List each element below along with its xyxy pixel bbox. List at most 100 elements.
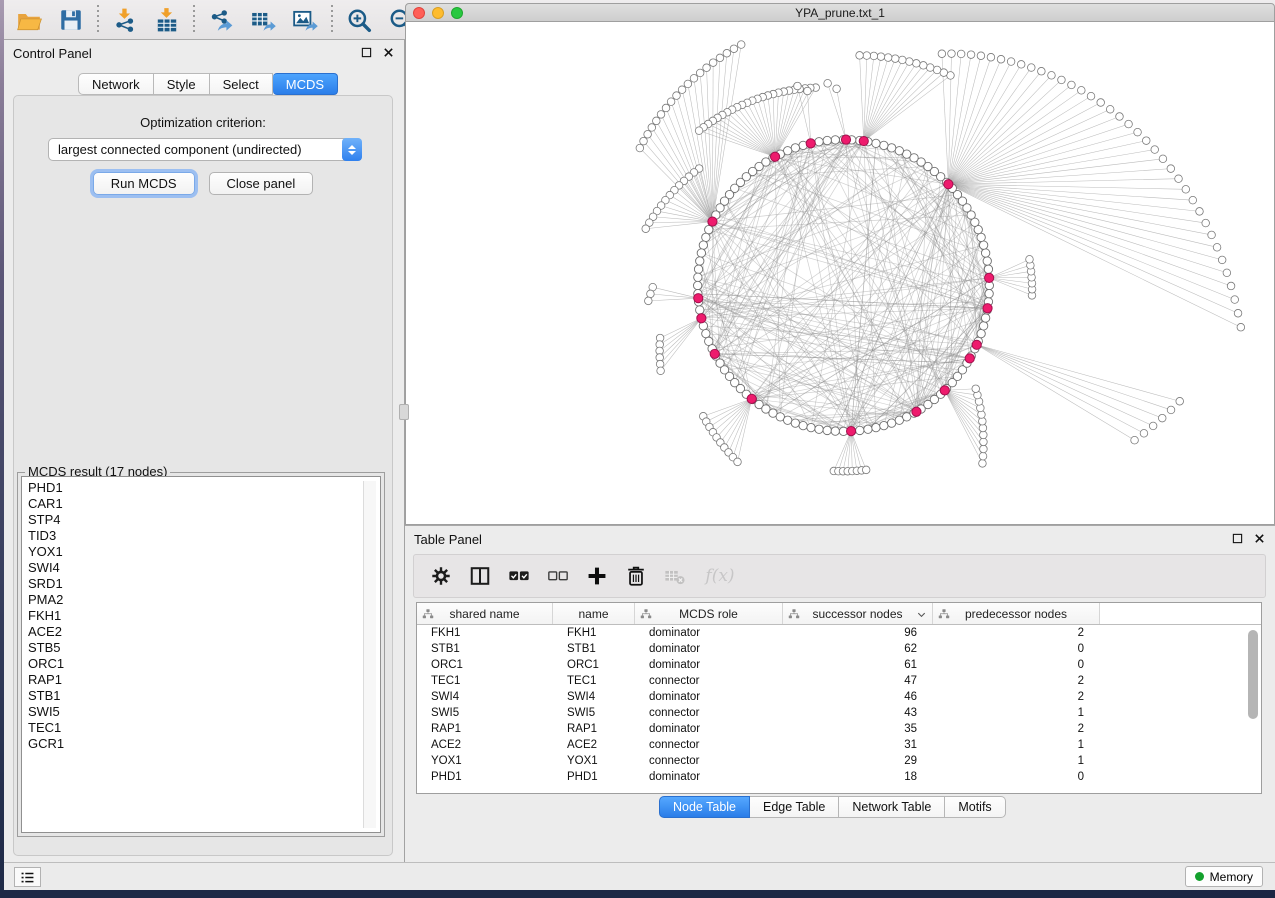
network-node[interactable]	[783, 416, 791, 424]
mcds-result-item[interactable]: SWI5	[28, 704, 380, 720]
network-node[interactable]	[799, 421, 807, 429]
mcds-result-item[interactable]: RAP1	[28, 672, 380, 688]
network-leaf-node[interactable]	[967, 51, 975, 59]
network-leaf-node[interactable]	[856, 52, 864, 60]
network-leaf-node[interactable]	[734, 458, 742, 466]
tab-select[interactable]: Select	[210, 73, 273, 95]
network-leaf-node[interactable]	[863, 52, 871, 60]
mcds-hub-node[interactable]	[972, 340, 981, 349]
network-node[interactable]	[880, 141, 888, 149]
network-leaf-node[interactable]	[1038, 67, 1046, 75]
network-leaf-node[interactable]	[642, 225, 650, 233]
network-leaf-node[interactable]	[997, 55, 1005, 63]
network-leaf-node[interactable]	[1131, 436, 1139, 444]
network-leaf-node[interactable]	[662, 104, 670, 112]
panel-selector-button[interactable]	[14, 867, 41, 887]
network-leaf-node[interactable]	[673, 92, 681, 100]
network-node[interactable]	[697, 249, 705, 257]
network-leaf-node[interactable]	[920, 62, 928, 70]
network-leaf-node[interactable]	[980, 431, 988, 439]
mcds-result-item[interactable]: FKH1	[28, 608, 380, 624]
mcds-result-item[interactable]: SRD1	[28, 576, 380, 592]
network-leaf-node[interactable]	[987, 53, 995, 61]
tab-network-table[interactable]: Network Table	[839, 796, 945, 818]
network-leaf-node[interactable]	[948, 50, 956, 58]
network-leaf-node[interactable]	[979, 452, 987, 460]
network-leaf-node[interactable]	[1176, 397, 1184, 405]
network-leaf-node[interactable]	[1182, 186, 1190, 194]
table-row[interactable]: SWI5SWI5connector431	[417, 705, 1261, 721]
network-node[interactable]	[702, 233, 710, 241]
network-leaf-node[interactable]	[1026, 256, 1034, 264]
network-leaf-node[interactable]	[824, 80, 832, 88]
mcds-result-item[interactable]: STP4	[28, 512, 380, 528]
save-session-button[interactable]	[50, 3, 92, 37]
network-node[interactable]	[791, 144, 799, 152]
network-leaf-node[interactable]	[667, 98, 675, 106]
network-leaf-node[interactable]	[1078, 87, 1086, 95]
network-leaf-node[interactable]	[980, 438, 988, 446]
tab-node-table[interactable]: Node Table	[659, 796, 750, 818]
mcds-result-item[interactable]: TEC1	[28, 720, 380, 736]
network-leaf-node[interactable]	[1196, 208, 1204, 216]
network-leaf-node[interactable]	[647, 290, 655, 298]
mcds-result-item[interactable]: STB5	[28, 640, 380, 656]
network-leaf-node[interactable]	[730, 45, 738, 53]
network-leaf-node[interactable]	[1068, 81, 1076, 89]
network-leaf-node[interactable]	[653, 117, 661, 125]
network-leaf-node[interactable]	[645, 297, 653, 305]
close-panel-button[interactable]: Close panel	[209, 172, 314, 195]
network-leaf-node[interactable]	[891, 55, 899, 63]
network-leaf-node[interactable]	[644, 130, 652, 138]
delete-columns-button[interactable]	[625, 565, 647, 587]
network-node[interactable]	[705, 225, 713, 233]
network-leaf-node[interactable]	[640, 137, 648, 145]
network-leaf-node[interactable]	[1097, 99, 1105, 107]
mcds-result-item[interactable]: TID3	[28, 528, 380, 544]
network-node[interactable]	[694, 273, 702, 281]
network-leaf-node[interactable]	[1106, 105, 1114, 113]
network-leaf-node[interactable]	[703, 64, 711, 72]
table-row[interactable]: PHD1PHD1dominator180	[417, 769, 1261, 785]
network-node[interactable]	[880, 421, 888, 429]
network-node[interactable]	[887, 144, 895, 152]
network-leaf-node[interactable]	[1149, 422, 1157, 430]
mcds-result-item[interactable]: STB1	[28, 688, 380, 704]
network-leaf-node[interactable]	[972, 385, 980, 393]
table-scrollbar-thumb[interactable]	[1248, 630, 1258, 719]
network-leaf-node[interactable]	[696, 69, 704, 77]
network-leaf-node[interactable]	[1208, 231, 1216, 239]
network-node[interactable]	[815, 425, 823, 433]
network-leaf-node[interactable]	[833, 85, 841, 93]
network-leaf-node[interactable]	[1027, 64, 1035, 72]
tab-mcds[interactable]: MCDS	[273, 73, 338, 95]
network-node[interactable]	[823, 426, 831, 434]
mcds-hub-node[interactable]	[983, 304, 992, 313]
zoom-in-button[interactable]	[338, 3, 380, 37]
mcds-hub-node[interactable]	[770, 152, 779, 161]
network-leaf-node[interactable]	[1142, 137, 1150, 145]
column-header-mcds-role[interactable]: MCDS role	[635, 603, 783, 624]
table-row[interactable]: SWI4SWI4dominator462	[417, 689, 1261, 705]
network-node[interactable]	[831, 136, 839, 144]
network-leaf-node[interactable]	[737, 41, 745, 49]
table-row[interactable]: ACE2ACE2connector311	[417, 737, 1261, 753]
network-node[interactable]	[872, 423, 880, 431]
network-leaf-node[interactable]	[1140, 430, 1148, 438]
network-leaf-node[interactable]	[1175, 175, 1183, 183]
tab-motifs[interactable]: Motifs	[945, 796, 1005, 818]
network-leaf-node[interactable]	[862, 466, 870, 474]
table-row[interactable]: RAP1RAP1dominator352	[417, 721, 1261, 737]
network-leaf-node[interactable]	[709, 59, 717, 67]
tab-network[interactable]: Network	[78, 73, 154, 95]
network-leaf-node[interactable]	[1223, 269, 1231, 277]
network-leaf-node[interactable]	[1213, 244, 1221, 252]
export-image-button[interactable]	[284, 3, 326, 37]
network-canvas[interactable]	[405, 22, 1275, 525]
network-leaf-node[interactable]	[695, 127, 703, 135]
network-leaf-node[interactable]	[877, 53, 885, 61]
mcds-hub-node[interactable]	[944, 180, 953, 189]
network-leaf-node[interactable]	[794, 82, 802, 90]
network-leaf-node[interactable]	[1202, 219, 1210, 227]
network-node[interactable]	[983, 257, 991, 265]
